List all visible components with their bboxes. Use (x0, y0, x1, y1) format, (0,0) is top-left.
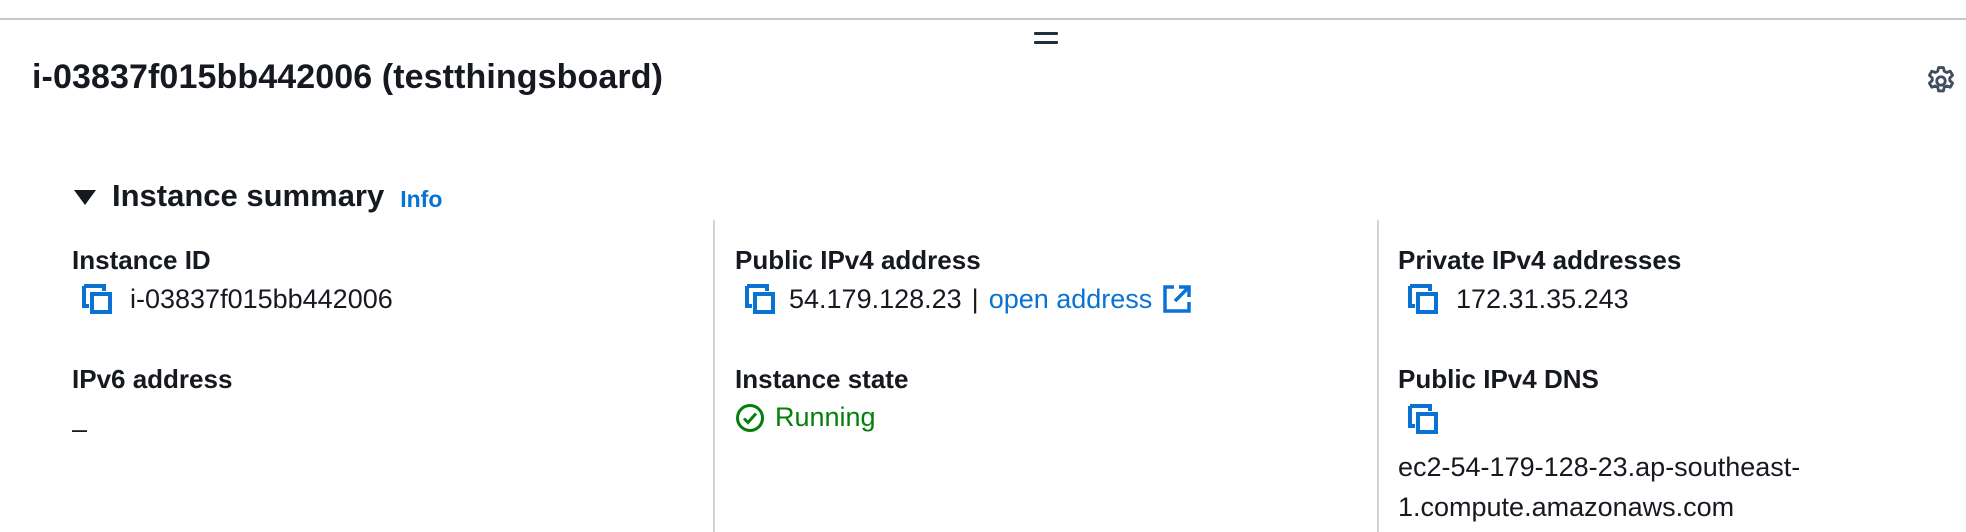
section-title: Instance summary (112, 178, 385, 213)
instance-state-value: Running (775, 402, 876, 432)
copy-icon[interactable] (1406, 402, 1440, 436)
copy-icon[interactable] (1406, 282, 1440, 316)
private-ipv4-value: 172.31.35.243 (1456, 283, 1629, 314)
public-dns-value: ec2-54-179-128-23.ap-southeast-1.compute… (1398, 452, 1801, 522)
column-divider (1377, 220, 1379, 532)
panel-resize-handle[interactable] (1034, 32, 1058, 46)
public-ipv4-value: 54.179.128.23 (789, 283, 962, 314)
private-ipv4-label: Private IPv4 addresses (1398, 245, 1682, 275)
page-title: i-03837f015bb442006 (testthingsboard) (32, 58, 664, 96)
check-circle-icon (736, 403, 764, 432)
caret-down-icon (74, 189, 96, 205)
public-dns-label: Public IPv4 DNS (1398, 364, 1599, 394)
drag-handle-icon (1034, 32, 1058, 35)
public-ipv4-label: Public IPv4 address (735, 245, 981, 275)
instance-id-value: i-03837f015bb442006 (130, 283, 393, 314)
separator: | (971, 283, 979, 314)
private-ipv4-value-row: 172.31.35.243 (1406, 282, 1629, 316)
copy-icon[interactable] (743, 282, 777, 316)
open-address-link[interactable]: open address (989, 284, 1193, 315)
info-link[interactable]: Info (400, 186, 442, 213)
ipv6-value: – (72, 414, 88, 444)
panel-top-border (0, 18, 1966, 20)
instance-state-value-row: Running (735, 402, 876, 433)
public-ipv4-value-row: 54.179.128.23 | open address (743, 282, 1192, 316)
instance-summary-toggle[interactable]: Instance summary Info (74, 176, 442, 216)
instance-id-value-row: i-03837f015bb442006 (80, 282, 393, 316)
copy-icon[interactable] (80, 282, 114, 316)
ipv6-label: IPv6 address (72, 364, 233, 394)
open-address-label: open address (988, 283, 1153, 314)
instance-state-label: Instance state (735, 364, 909, 394)
external-link-icon (1163, 285, 1192, 313)
column-divider (713, 220, 715, 532)
instance-id-label: Instance ID (72, 245, 211, 275)
gear-icon[interactable] (1924, 64, 1958, 98)
